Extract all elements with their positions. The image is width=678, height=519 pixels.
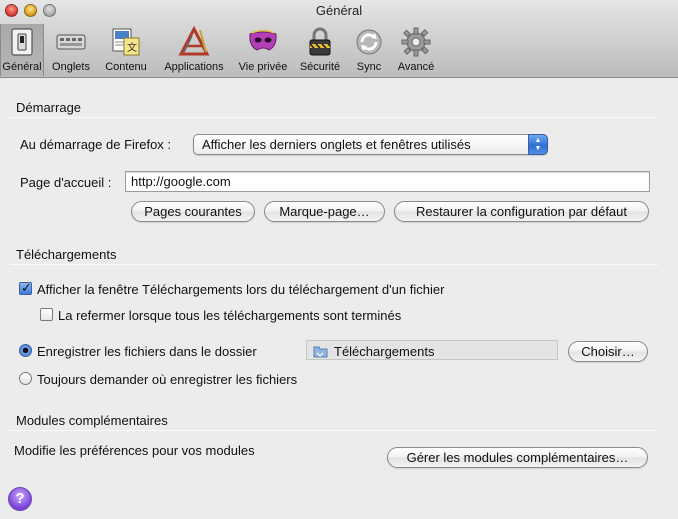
bookmark-button[interactable]: Marque-page… <box>264 201 385 222</box>
save-to-folder-label: Enregistrer les fichiers dans le dossier <box>37 344 257 359</box>
downloads-section-title: Téléchargements <box>16 247 117 262</box>
addons-section-title: Modules complémentaires <box>16 413 168 428</box>
general-switch-icon <box>11 28 33 56</box>
save-to-folder-radio[interactable] <box>19 344 32 357</box>
homepage-input[interactable]: http://google.com <box>125 171 650 192</box>
help-button[interactable]: ? <box>8 487 32 511</box>
startup-section-title: Démarrage <box>16 100 82 115</box>
show-downloads-window-checkbox[interactable] <box>19 280 32 296</box>
tab-content[interactable]: 文 Contenu <box>98 24 154 76</box>
always-ask-label: Toujours demander où enregistrer les fic… <box>37 372 298 387</box>
tab-content-label: Contenu <box>105 61 147 73</box>
addons-divider <box>10 430 658 431</box>
sync-icon <box>356 29 382 55</box>
content-icon: 文 <box>112 28 140 56</box>
choose-folder-button[interactable]: Choisir… <box>568 341 648 362</box>
always-ask-radio[interactable] <box>19 372 32 385</box>
close-when-done-checkbox[interactable] <box>40 308 53 321</box>
svg-text:文: 文 <box>127 41 137 54</box>
tab-advanced[interactable]: Avancé <box>390 24 442 76</box>
downloads-divider <box>10 264 658 265</box>
manage-addons-button[interactable]: Gérer les modules complémentaires… <box>387 447 648 468</box>
homepage-label: Page d'accueil : <box>20 175 112 190</box>
window-title: Général <box>315 3 363 18</box>
tab-tabs-label: Onglets <box>52 61 90 73</box>
restore-default-button[interactable]: Restaurer la configuration par défaut <box>394 201 649 222</box>
homepage-input-value: http://google.com <box>131 174 231 189</box>
privacy-mask-icon <box>249 29 277 51</box>
close-when-done-label: La refermer lorsque tous les téléchargem… <box>58 308 402 323</box>
applications-icon <box>178 26 210 56</box>
on-start-select[interactable]: Afficher les derniers onglets et fenêtre… <box>193 134 548 155</box>
tabs-icon <box>56 34 86 50</box>
on-start-select-value: Afficher les derniers onglets et fenêtre… <box>202 137 471 152</box>
tab-applications[interactable]: Applications <box>154 24 234 76</box>
tab-general-label: Général <box>2 61 42 73</box>
tab-sync-label: Sync <box>356 61 382 73</box>
select-arrows-icon: ▲ ▼ <box>528 134 548 155</box>
tab-privacy[interactable]: Vie privée <box>234 24 292 76</box>
tab-general[interactable]: Général <box>0 24 44 76</box>
tab-advanced-label: Avancé <box>397 61 435 73</box>
addons-description: Modifie les préférences pour vos modules <box>14 443 255 458</box>
preferences-toolbar: Général Onglets 文 Contenu Applications V… <box>0 24 442 76</box>
advanced-gear-icon <box>401 27 431 57</box>
current-pages-button[interactable]: Pages courantes <box>131 201 255 222</box>
tab-privacy-label: Vie privée <box>238 61 288 73</box>
download-folder-value: Téléchargements <box>334 343 435 359</box>
on-start-label: Au démarrage de Firefox : <box>20 137 172 152</box>
tab-security-label: Sécurité <box>299 61 341 73</box>
security-lock-icon <box>309 27 331 56</box>
folder-icon <box>313 346 328 357</box>
startup-divider <box>10 117 658 118</box>
tab-security[interactable]: Sécurité <box>292 24 348 76</box>
download-folder-field: Téléchargements <box>306 340 558 360</box>
window-titlebar: Général Général Onglets 文 Contenu Applic… <box>0 0 678 78</box>
show-downloads-window-label: Afficher la fenêtre Téléchargements lors… <box>37 282 445 297</box>
tab-sync[interactable]: Sync <box>348 24 390 76</box>
tab-applications-label: Applications <box>164 61 224 73</box>
tab-tabs[interactable]: Onglets <box>44 24 98 76</box>
